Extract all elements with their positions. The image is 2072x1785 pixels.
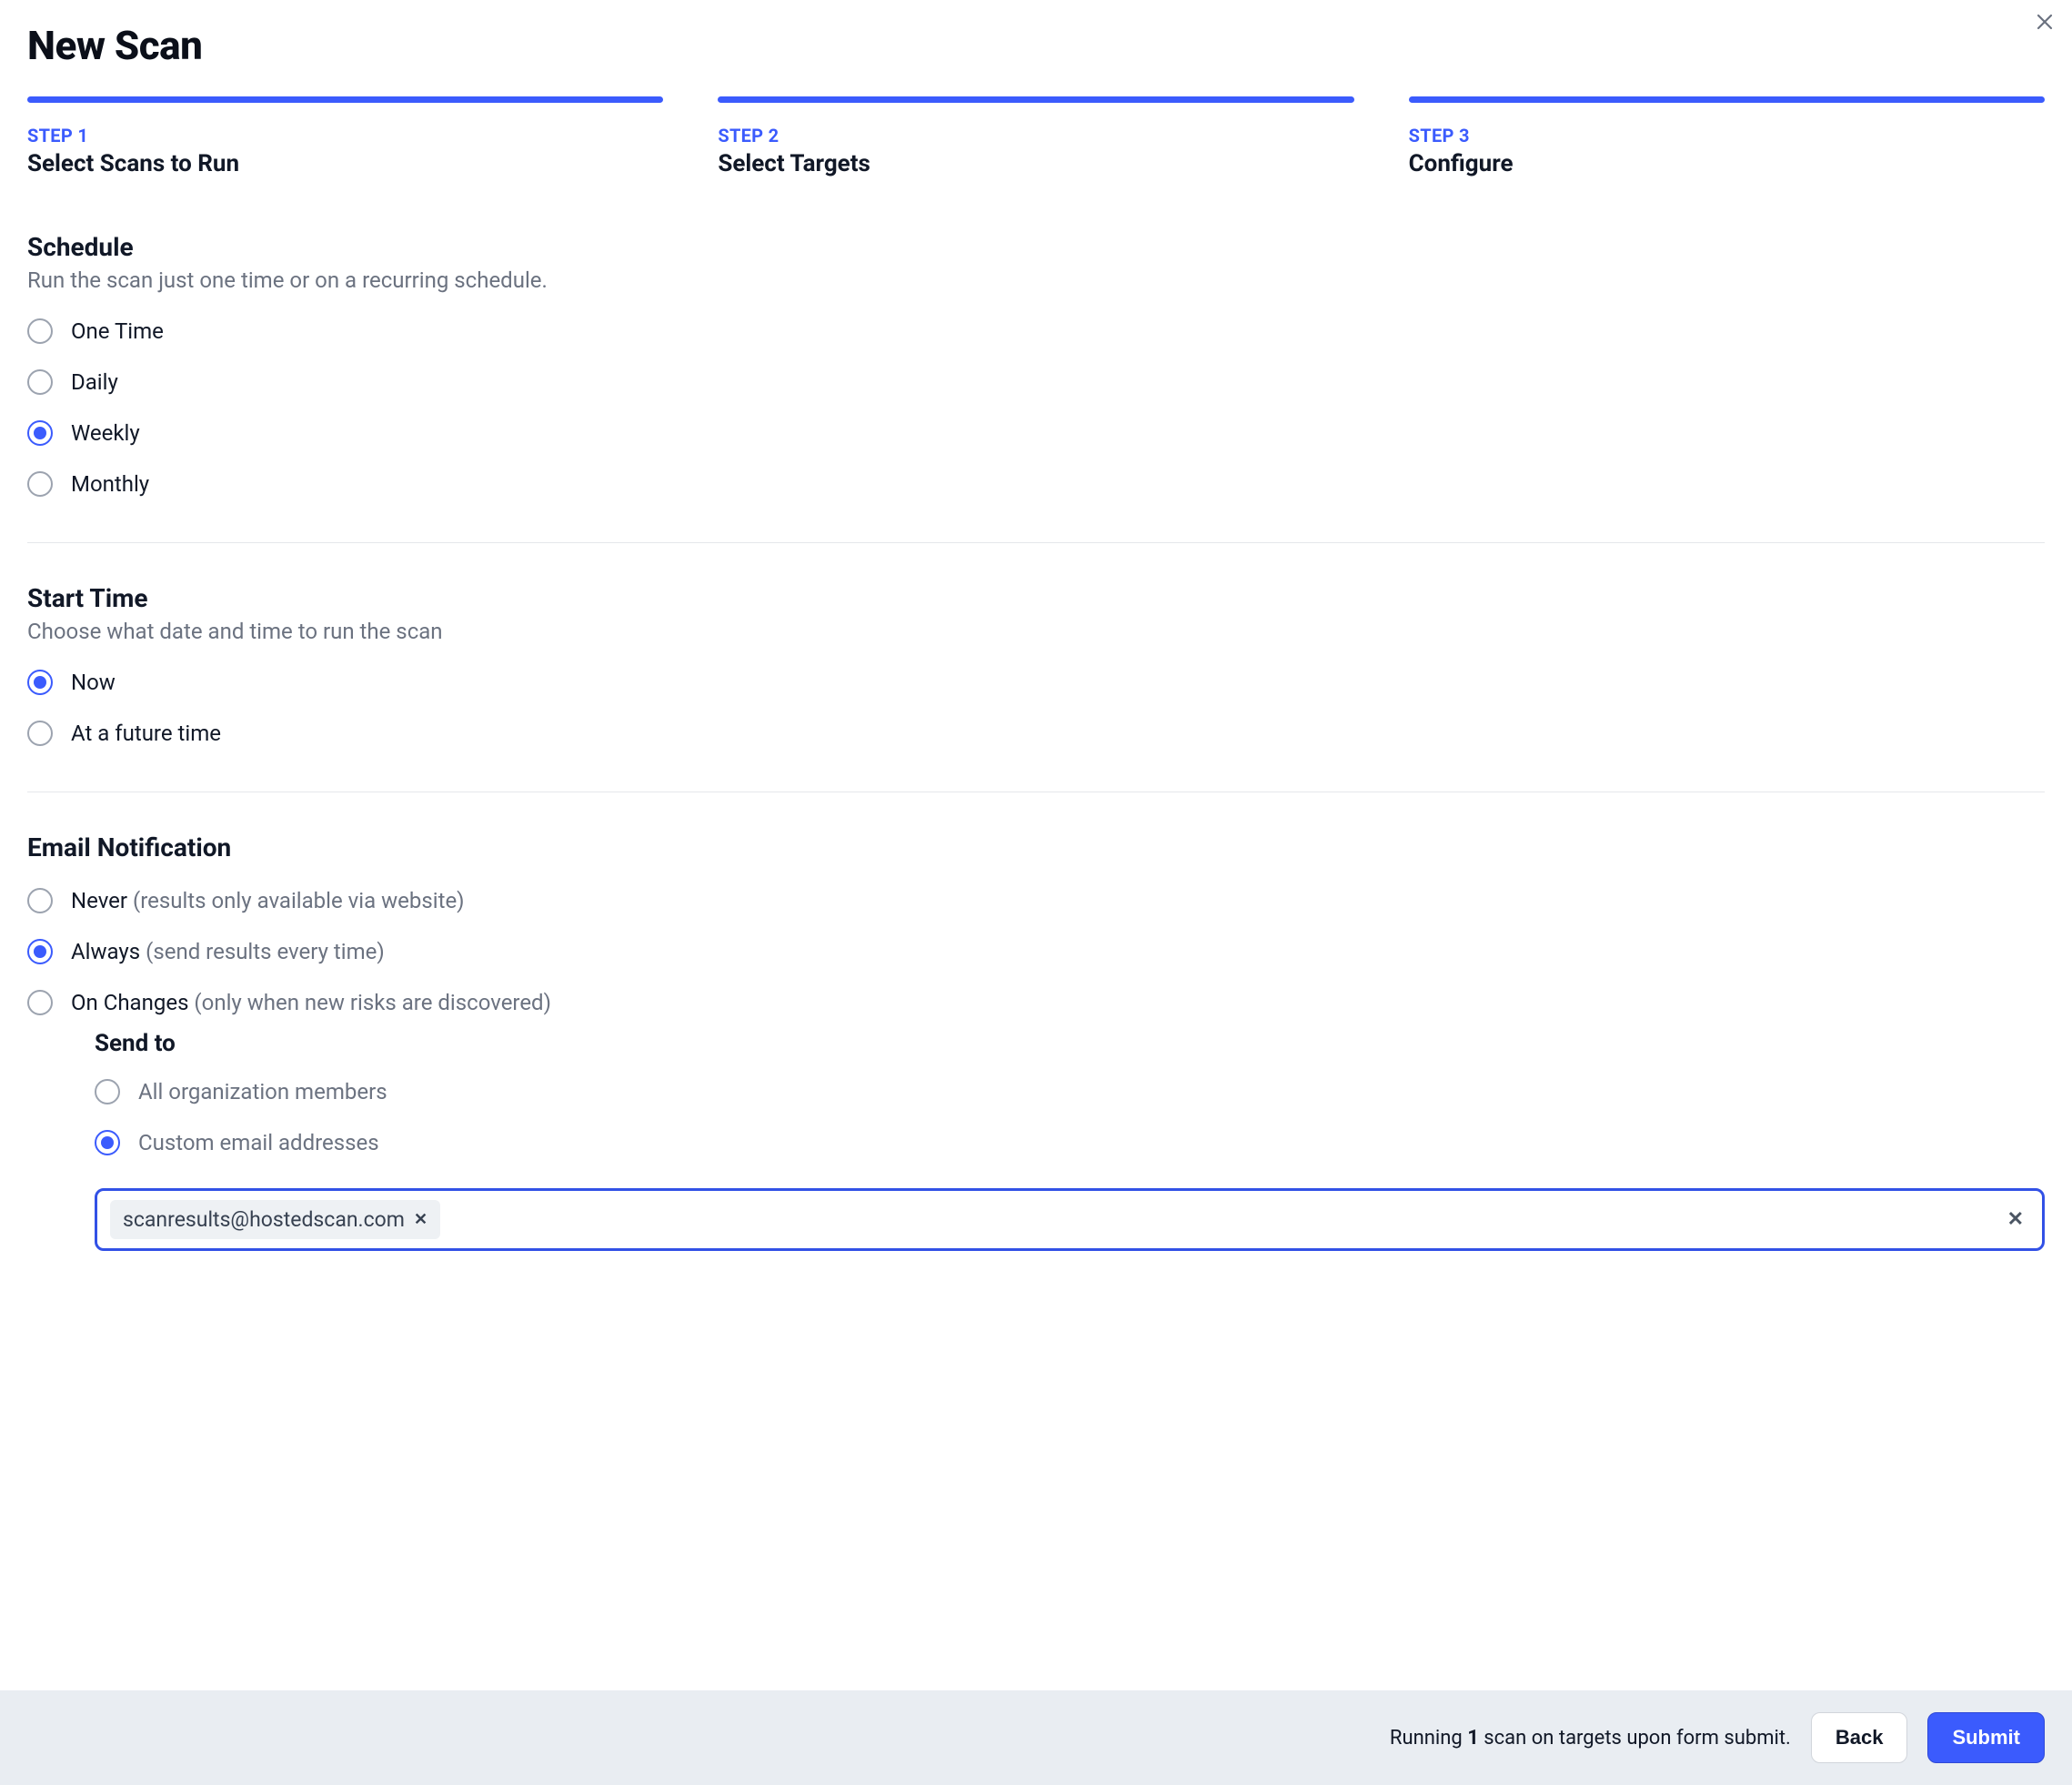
- schedule-title: Schedule: [27, 232, 2045, 262]
- radio-icon: [95, 1130, 120, 1155]
- submit-button[interactable]: Submit: [1927, 1712, 2045, 1763]
- start-time-option-now[interactable]: Now: [27, 670, 2045, 695]
- send-to-option-all-members[interactable]: All organization members: [95, 1079, 2045, 1104]
- email-chip-text: scanresults@hostedscan.com: [123, 1207, 405, 1232]
- radio-icon: [27, 888, 53, 913]
- custom-email-input[interactable]: scanresults@hostedscan.com ✕ ✕: [95, 1188, 2045, 1251]
- step-2[interactable]: STEP 2 Select Targets: [718, 96, 1353, 177]
- send-to-radio-group: All organization members Custom email ad…: [95, 1079, 2045, 1155]
- close-icon[interactable]: [2036, 13, 2054, 34]
- radio-label: Daily: [71, 369, 118, 395]
- radio-icon: [27, 990, 53, 1015]
- step-progress-bar: [718, 96, 1353, 103]
- send-to-option-custom-emails[interactable]: Custom email addresses: [95, 1130, 2045, 1155]
- step-label: STEP 1: [27, 125, 663, 146]
- radio-label: Never (results only available via websit…: [71, 888, 465, 913]
- stepper: STEP 1 Select Scans to Run STEP 2 Select…: [27, 96, 2045, 177]
- page-title: New Scan: [27, 22, 2045, 69]
- start-time-option-future[interactable]: At a future time: [27, 721, 2045, 746]
- radio-icon: [27, 420, 53, 446]
- email-chip: scanresults@hostedscan.com ✕: [110, 1200, 440, 1239]
- email-option-on-changes[interactable]: On Changes (only when new risks are disc…: [27, 990, 2045, 1015]
- schedule-option-daily[interactable]: Daily: [27, 369, 2045, 395]
- start-time-desc: Choose what date and time to run the sca…: [27, 619, 2045, 644]
- email-notification-radio-group: Never (results only available via websit…: [27, 888, 2045, 1015]
- divider: [27, 542, 2045, 543]
- step-label: STEP 2: [718, 125, 1353, 146]
- radio-label: All organization members: [138, 1079, 387, 1104]
- radio-label: Custom email addresses: [138, 1130, 379, 1155]
- email-option-never[interactable]: Never (results only available via websit…: [27, 888, 2045, 913]
- email-option-always[interactable]: Always (send results every time): [27, 939, 2045, 964]
- radio-label: Always (send results every time): [71, 939, 385, 964]
- step-1[interactable]: STEP 1 Select Scans to Run: [27, 96, 663, 177]
- radio-label: At a future time: [71, 721, 221, 746]
- radio-label: Now: [71, 670, 116, 695]
- radio-icon: [27, 369, 53, 395]
- schedule-option-weekly[interactable]: Weekly: [27, 420, 2045, 446]
- start-time-radio-group: Now At a future time: [27, 670, 2045, 746]
- step-3[interactable]: STEP 3 Configure: [1409, 96, 2045, 177]
- radio-icon: [95, 1079, 120, 1104]
- running-status-text: Running 1 scan on targets upon form subm…: [1390, 1727, 1791, 1750]
- send-to-section: Send to All organization members Custom …: [95, 1030, 2045, 1251]
- schedule-option-one-time[interactable]: One Time: [27, 318, 2045, 344]
- radio-label: One Time: [71, 318, 164, 344]
- radio-label: Weekly: [71, 420, 140, 446]
- back-button[interactable]: Back: [1811, 1712, 1908, 1763]
- radio-icon: [27, 721, 53, 746]
- schedule-radio-group: One Time Daily Weekly Monthly: [27, 318, 2045, 497]
- step-progress-bar: [27, 96, 663, 103]
- radio-icon: [27, 471, 53, 497]
- email-notification-title: Email Notification: [27, 832, 2045, 862]
- remove-email-icon[interactable]: ✕: [414, 1210, 427, 1229]
- radio-icon: [27, 318, 53, 344]
- radio-label: On Changes (only when new risks are disc…: [71, 990, 551, 1015]
- radio-label: Monthly: [71, 471, 149, 497]
- step-title: Select Scans to Run: [27, 150, 663, 177]
- clear-all-emails-icon[interactable]: ✕: [2007, 1208, 2029, 1231]
- radio-icon: [27, 939, 53, 964]
- step-title: Configure: [1409, 150, 2045, 177]
- step-progress-bar: [1409, 96, 2045, 103]
- footer-bar: Running 1 scan on targets upon form subm…: [0, 1690, 2072, 1785]
- send-to-title: Send to: [95, 1030, 2045, 1057]
- schedule-desc: Run the scan just one time or on a recur…: [27, 267, 2045, 293]
- step-label: STEP 3: [1409, 125, 2045, 146]
- radio-icon: [27, 670, 53, 695]
- schedule-option-monthly[interactable]: Monthly: [27, 471, 2045, 497]
- step-title: Select Targets: [718, 150, 1353, 177]
- start-time-title: Start Time: [27, 583, 2045, 613]
